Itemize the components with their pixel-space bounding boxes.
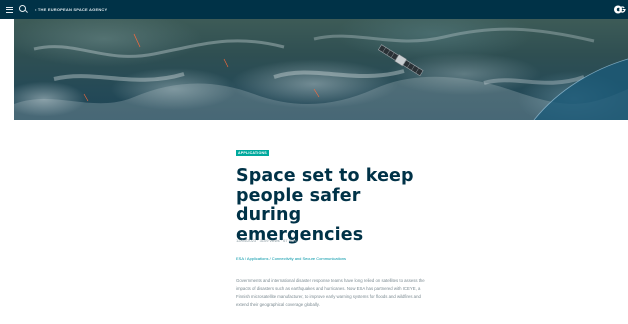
category-tag[interactable]: APPLICATIONS [236,150,269,156]
search-icon[interactable] [19,5,26,12]
hero-image [14,19,628,120]
top-navigation-bar: • THE EUROPEAN SPACE AGENCY [0,0,628,19]
article-meta: 12/04/2023 · 3109 views · 67 likes [236,238,297,243]
breadcrumb[interactable]: ESA / Applications / Connectivity and Se… [236,256,346,261]
esa-logo[interactable] [614,4,628,15]
hamburger-menu-icon[interactable] [6,6,13,13]
brand-link[interactable]: • THE EUROPEAN SPACE AGENCY [35,7,107,12]
article-title: Space set to keep people safer during em… [236,166,414,245]
article-intro-paragraph: Governments and international disaster r… [236,278,425,307]
satellite-over-earth-image [14,27,628,120]
